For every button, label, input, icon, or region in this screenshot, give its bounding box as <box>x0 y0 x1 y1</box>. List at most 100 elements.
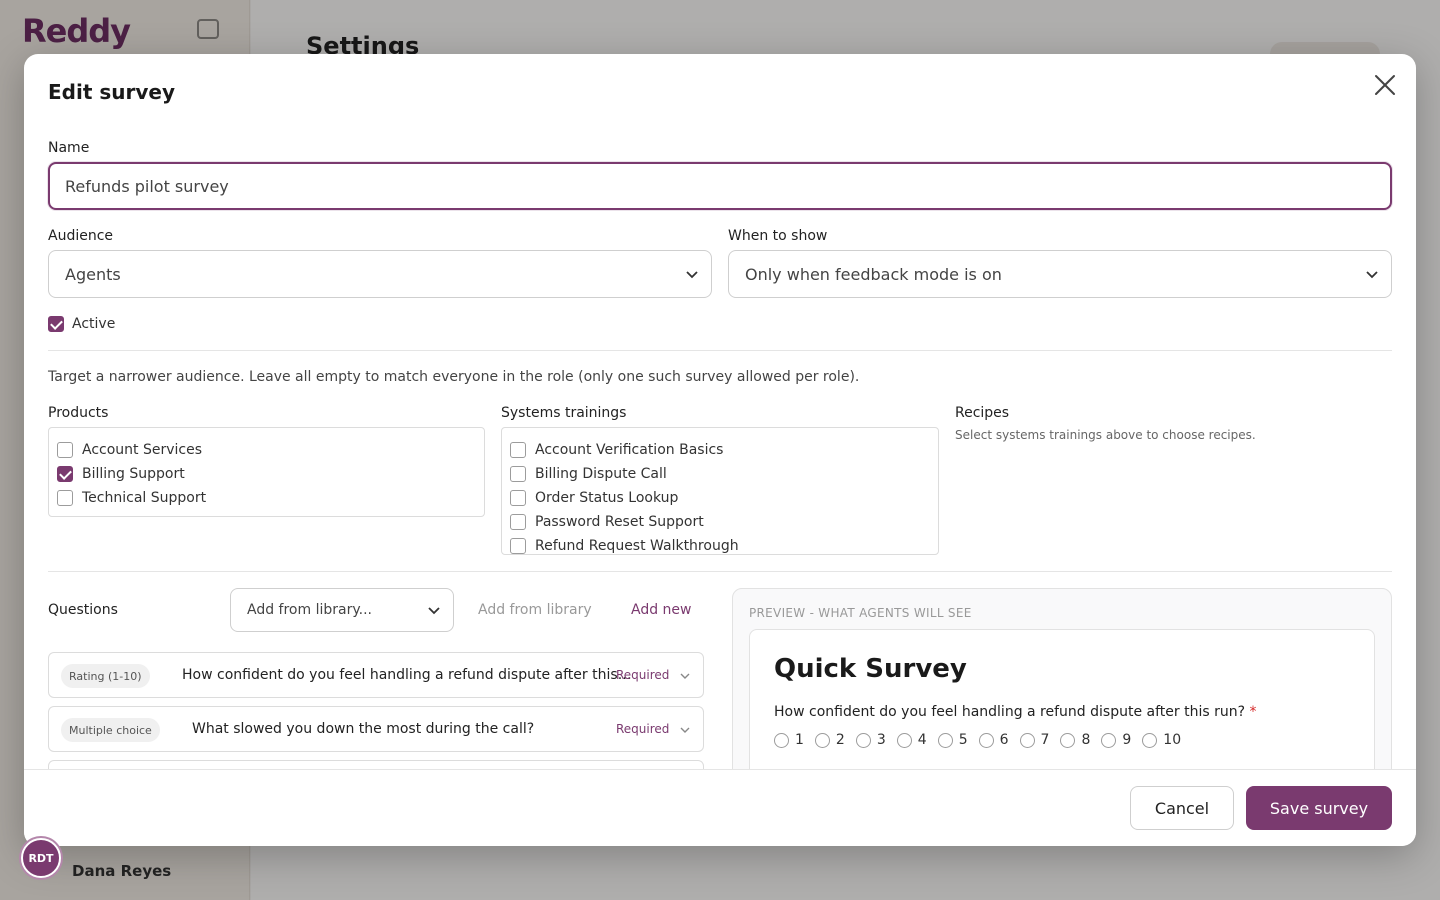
question-text: What slowed you down the most during the… <box>192 721 535 737</box>
save-survey-button[interactable]: Save survey <box>1246 786 1392 830</box>
product-item-billing-support[interactable]: Billing Support <box>57 465 185 483</box>
rating-option-label: 2 <box>835 732 845 748</box>
rating-option[interactable]: 10 <box>1142 732 1181 748</box>
chevron-down-icon <box>686 271 698 279</box>
preview-question-text: How confident do you feel handling a ref… <box>774 704 1246 720</box>
training-label: Billing Dispute Call <box>535 466 667 482</box>
rating-option-label: 6 <box>999 732 1009 748</box>
product-label: Technical Support <box>82 490 207 506</box>
training-item[interactable]: Password Reset Support <box>510 513 704 531</box>
product-label: Account Services <box>82 442 203 458</box>
radio-button[interactable] <box>1019 732 1035 748</box>
recipes-label: Recipes <box>955 405 1010 421</box>
question-row[interactable]: Multiple choice What slowed you down the… <box>48 706 704 752</box>
rating-option[interactable]: 9 <box>1101 732 1131 748</box>
rating-options: 1 2 3 4 5 6 7 8 9 10 <box>774 732 1192 748</box>
radio-button[interactable] <box>814 732 830 748</box>
questions-label: Questions <box>48 602 118 618</box>
product-item-account-services[interactable]: Account Services <box>57 441 202 459</box>
radio-button[interactable] <box>1060 732 1076 748</box>
training-label: Order Status Lookup <box>535 490 679 506</box>
audience-select[interactable]: Agents <box>48 250 712 298</box>
required-label: Required <box>616 722 670 736</box>
library-select-value: Add from library... <box>247 602 372 618</box>
rating-option[interactable]: 3 <box>855 732 886 748</box>
library-select[interactable]: Add from library... <box>230 588 454 632</box>
rating-option[interactable]: 8 <box>1060 732 1090 748</box>
training-item[interactable]: Billing Dispute Call <box>510 465 667 483</box>
rating-option[interactable]: 1 <box>774 732 804 748</box>
rating-option-label: 3 <box>876 732 886 748</box>
audience-value: Agents <box>65 264 121 284</box>
preview-question: How confident do you feel handling a ref… <box>774 704 1256 720</box>
radio-button[interactable] <box>1101 732 1117 748</box>
when-to-show-label: When to show <box>728 228 828 244</box>
rating-option[interactable]: 5 <box>937 732 968 748</box>
modal-footer: Cancel Save survey <box>24 769 1416 846</box>
active-checkbox[interactable] <box>48 316 64 332</box>
rating-option-label: 8 <box>1081 732 1091 748</box>
training-item[interactable]: Account Verification Basics <box>510 441 723 459</box>
recipes-note: Select systems trainings above to choose… <box>955 428 1256 442</box>
product-checkbox[interactable] <box>57 442 73 458</box>
trainings-label: Systems trainings <box>501 405 627 421</box>
when-to-show-value: Only when feedback mode is on <box>745 264 1002 284</box>
rating-option-label: 10 <box>1163 732 1182 748</box>
training-checkbox[interactable] <box>510 538 526 554</box>
training-item[interactable]: Order Status Lookup <box>510 489 678 507</box>
close-icon <box>1375 75 1395 95</box>
modal-title: Edit survey <box>48 80 176 104</box>
question-text: How confident do you feel handling a ref… <box>182 667 634 683</box>
question-row[interactable]: Rating (1-10) How confident do you feel … <box>48 652 704 698</box>
radio-button[interactable] <box>937 732 953 748</box>
trainings-list: Account Verification Basics Billing Disp… <box>501 427 939 555</box>
radio-button[interactable] <box>896 732 912 748</box>
when-to-show-select[interactable]: Only when feedback mode is on <box>728 250 1392 298</box>
product-label: Billing Support <box>82 466 185 482</box>
training-item[interactable]: Refund Request Walkthrough <box>510 537 739 554</box>
training-checkbox[interactable] <box>510 466 526 482</box>
product-item-technical-support[interactable]: Technical Support <box>57 489 206 507</box>
rating-option[interactable]: 2 <box>814 732 845 748</box>
add-from-library-button[interactable]: Add from library <box>478 602 592 618</box>
product-checkbox[interactable] <box>57 466 73 482</box>
name-input[interactable]: Refunds pilot survey <box>48 162 1392 210</box>
cancel-button[interactable]: Cancel <box>1130 786 1234 830</box>
preview-label: PREVIEW - WHAT AGENTS WILL SEE <box>749 606 972 620</box>
audience-label: Audience <box>48 228 114 244</box>
rating-option-label: 9 <box>1122 732 1132 748</box>
avatar[interactable]: RDT <box>21 838 61 878</box>
radio-button[interactable] <box>978 732 994 748</box>
required-label: Required <box>616 668 670 682</box>
rating-option-label: 7 <box>1040 732 1050 748</box>
rating-option[interactable]: 6 <box>978 732 1009 748</box>
training-checkbox[interactable] <box>510 442 526 458</box>
rating-option[interactable]: 4 <box>896 732 927 748</box>
radio-button[interactable] <box>1142 732 1158 748</box>
rating-option[interactable]: 7 <box>1019 732 1050 748</box>
rating-option-label: 1 <box>795 732 804 748</box>
training-label: Account Verification Basics <box>535 442 724 458</box>
training-checkbox[interactable] <box>510 490 526 506</box>
training-label: Refund Request Walkthrough <box>535 538 739 554</box>
chevron-down-icon[interactable] <box>679 724 691 736</box>
required-star: * <box>1249 704 1257 720</box>
products-list: Account Services Billing Support Technic… <box>48 427 485 517</box>
divider <box>48 350 1392 351</box>
edit-survey-modal: Edit survey Name Refunds pilot survey Au… <box>24 54 1416 846</box>
question-type-badge: Multiple choice <box>61 718 160 742</box>
rating-option-label: 4 <box>917 732 927 748</box>
products-label: Products <box>48 405 109 421</box>
radio-button[interactable] <box>774 732 789 748</box>
chevron-down-icon <box>1366 271 1378 279</box>
close-button[interactable] <box>1370 70 1400 100</box>
radio-button[interactable] <box>855 732 871 748</box>
chevron-down-icon[interactable] <box>679 670 691 682</box>
question-type-badge: Rating (1-10) <box>61 664 150 688</box>
product-checkbox[interactable] <box>57 490 73 506</box>
active-label: Active <box>72 316 116 332</box>
chevron-down-icon <box>428 607 440 615</box>
preview-title: Quick Survey <box>774 654 967 684</box>
add-new-button[interactable]: Add new <box>631 602 692 618</box>
training-checkbox[interactable] <box>510 514 526 530</box>
